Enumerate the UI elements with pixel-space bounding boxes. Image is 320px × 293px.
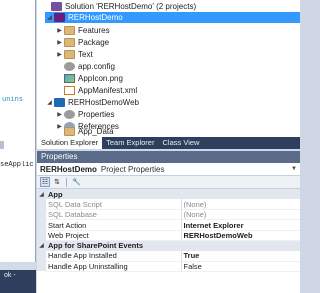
gutter-marker (0, 141, 4, 149)
image-file-icon (64, 74, 75, 83)
tree-item-label: Features (78, 26, 110, 35)
collapse-icon[interactable]: ◢ (37, 240, 46, 251)
property-name: Start Action (46, 219, 181, 231)
property-row[interactable]: SQL Database (None) (37, 209, 300, 221)
property-value[interactable]: RERHostDemoWeb (180, 230, 300, 241)
category-label: App (46, 189, 300, 200)
code-fragment: unins (2, 96, 24, 104)
code-editor-edge[interactable]: unins seApplic ok - (0, 0, 36, 293)
tree-item-text[interactable]: ▶ Text (55, 49, 93, 60)
solution-explorer-tree[interactable]: Solution 'RERHostDemo' (2 projects) ◢ RE… (37, 0, 300, 137)
tab-team-explorer[interactable]: Team Explorer (102, 137, 158, 149)
tree-item-app-config[interactable]: app.config (64, 61, 115, 72)
properties-title: Properties (37, 151, 300, 163)
tree-item-label: Package (78, 38, 110, 47)
property-grid: ◢ App SQL Data Script (None) SQL Databas… (37, 189, 300, 272)
web-project-icon (54, 98, 65, 107)
solution-icon (51, 2, 62, 11)
folder-icon (64, 38, 75, 47)
output-panel-edge: ok - (0, 270, 36, 293)
folder-icon (64, 50, 75, 59)
object-selector[interactable]: RERHostDemo Project Properties ▼ (37, 163, 300, 176)
toolbar-divider (66, 177, 67, 187)
object-name: RERHostDemo (40, 164, 97, 174)
property-row[interactable]: Handle App Uninstalling False (37, 261, 300, 272)
tab-solution-explorer[interactable]: Solution Explorer (37, 137, 103, 149)
code-fragment: seApplic (0, 161, 34, 169)
tree-item-label: app.config (78, 62, 115, 71)
expand-arrow-icon[interactable]: ▶ (55, 123, 64, 130)
property-row[interactable]: SQL Data Script (None) (37, 199, 300, 211)
category-row[interactable]: ◢ App for SharePoint Events (37, 240, 300, 251)
tree-item-appmanifest[interactable]: AppManifest.xml (64, 85, 137, 96)
tab-class-view[interactable]: Class View (158, 137, 203, 149)
property-name: Web Project (46, 230, 181, 241)
properties-pane: Properties RERHostDemo Project Propertie… (37, 151, 300, 293)
tree-item-package[interactable]: ▶ Package (55, 37, 109, 48)
properties-icon (64, 110, 75, 119)
property-value: (None) (180, 209, 300, 221)
property-value[interactable]: False (180, 261, 300, 272)
tree-item-label: RERHostDemoWeb (68, 98, 139, 107)
expand-arrow-icon[interactable]: ▶ (55, 39, 64, 46)
property-row[interactable]: Handle App Installed True (37, 250, 300, 262)
solution-label: Solution 'RERHostDemo' (2 projects) (65, 2, 197, 11)
collapse-arrow-icon[interactable]: ◢ (45, 14, 54, 21)
categorized-icon[interactable]: ☷ (40, 177, 50, 187)
tree-item-appicon[interactable]: AppIcon.png (64, 73, 123, 84)
tree-item-label: RERHostDemo (68, 13, 123, 22)
solution-node[interactable]: Solution 'RERHostDemo' (2 projects) (51, 1, 196, 12)
wrench-icon[interactable]: 🔧 (71, 177, 81, 187)
chevron-down-icon[interactable]: ▼ (291, 166, 297, 172)
explorer-tab-strip: Solution Explorer Team Explorer Class Vi… (37, 137, 300, 149)
tree-item-features[interactable]: ▶ Features (55, 25, 110, 36)
expand-arrow-icon[interactable]: ▶ (55, 27, 64, 34)
folder-icon (64, 26, 75, 35)
property-name: SQL Database (46, 209, 181, 221)
tree-item-label: Text (78, 50, 93, 59)
property-value[interactable]: Internet Explorer (180, 219, 300, 231)
property-value[interactable]: True (180, 250, 300, 262)
property-value: (None) (180, 199, 300, 211)
collapse-icon[interactable]: ◢ (37, 189, 46, 200)
tree-item-label: AppIcon.png (78, 74, 123, 83)
property-name: Handle App Installed (46, 250, 181, 262)
properties-toolbar: ☷ ⇅ 🔧 (37, 176, 300, 189)
expand-arrow-icon[interactable]: ▶ (55, 111, 64, 118)
expand-arrow-icon[interactable]: ▶ (55, 51, 64, 58)
tree-item-properties[interactable]: ▶ Properties (55, 109, 114, 120)
sharepoint-project-icon (54, 13, 65, 22)
tree-item-label: AppManifest.xml (78, 86, 138, 95)
tree-item-rerhostdemoweb[interactable]: ◢ RERHostDemoWeb (45, 97, 139, 108)
category-label: App for SharePoint Events (46, 240, 300, 251)
property-row[interactable]: Start Action Internet Explorer (37, 219, 300, 231)
tree-item-label: App_Data (78, 127, 114, 136)
tree-item-label: Properties (78, 110, 115, 119)
xml-file-icon (64, 86, 75, 95)
object-type: Project Properties (100, 164, 165, 174)
property-row[interactable]: Web Project RERHostDemoWeb (37, 230, 300, 241)
tree-item-app-data[interactable]: App_Data (64, 126, 114, 137)
scroll-region[interactable] (0, 262, 36, 270)
collapse-arrow-icon[interactable]: ◢ (45, 99, 54, 106)
tree-item-rerhostdemo[interactable]: ◢ RERHostDemo (45, 12, 300, 23)
property-name: SQL Data Script (46, 199, 181, 211)
property-name: Handle App Uninstalling (46, 261, 181, 272)
output-fragment: ok - (4, 272, 16, 279)
alphabetical-icon[interactable]: ⇅ (52, 177, 62, 187)
folder-icon (64, 127, 75, 136)
config-file-icon (64, 62, 75, 71)
category-row[interactable]: ◢ App (37, 189, 300, 200)
